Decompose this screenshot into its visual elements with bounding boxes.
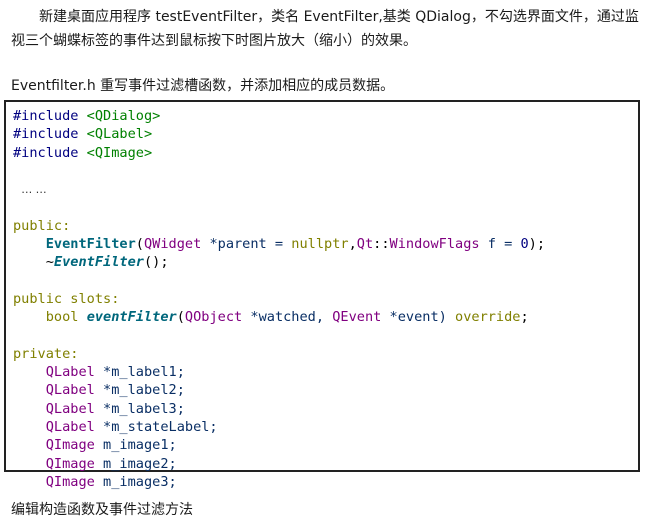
destructor-suffix: (); (143, 254, 169, 271)
code-listing: #include <QDialog> #include <QLabel> #incl… (13, 107, 545, 491)
param-decl: f = (479, 236, 521, 253)
return-type: bool (45, 309, 79, 326)
code-block: #include <QDialog> #include <QLabel> #incl… (4, 100, 640, 490)
param-default: nullptr (291, 236, 349, 253)
code-line-public: public: (13, 217, 545, 235)
member-line: QLabel *m_stateLabel; (13, 418, 545, 436)
header-note: Eventfilter.h 重写事件过滤槽函数，并添加相应的成员数据。 (11, 78, 395, 94)
param-type: QWidget (143, 236, 202, 253)
code-line-constructor: EventFilter(QWidget *parent = nullptr,Qt… (45, 236, 546, 253)
include-keyword: #include (13, 144, 79, 161)
member-decl: *m_label2; (94, 382, 185, 399)
param-decl: *watched, (242, 309, 333, 326)
code-line-include-1: #include <QDialog> (13, 107, 545, 125)
member-line: QImage m_image1; (13, 436, 545, 454)
destructor-tilde: ~ (45, 254, 54, 271)
member-decl: *m_label1; (94, 364, 185, 381)
param-type: WindowFlags (389, 236, 480, 253)
param-type: QEvent (332, 309, 382, 326)
public-slots-keyword: public slots: (13, 290, 120, 307)
param-type: QObject (184, 309, 243, 326)
param-namespace: Qt (356, 236, 374, 253)
member-type: QLabel (45, 400, 95, 417)
code-ellipsis: … … (21, 183, 47, 197)
param-decl: *event) (381, 309, 456, 326)
member-type: QImage (45, 473, 95, 490)
code-line-ellipsis: … … (13, 180, 545, 198)
code-line-include-3: #include <QImage> (13, 144, 545, 162)
scope-operator: :: (373, 236, 390, 253)
intro-paragraph: 新建桌面应用程序 testEventFilter，类名 EventFilter,… (11, 9, 639, 49)
param-close: ); (528, 236, 546, 253)
member-line: QLabel *m_label3; (13, 400, 545, 418)
member-line: QLabel *m_label1; (13, 363, 545, 381)
member-decl: m_image3; (94, 473, 177, 490)
footer-note: 编辑构造函数及事件过滤方法 (11, 502, 193, 518)
include-keyword: #include (13, 108, 79, 124)
member-decl: m_image2; (94, 455, 177, 472)
public-keyword: public: (13, 217, 71, 234)
member-type: QLabel (45, 364, 95, 381)
statement-end: ; (520, 309, 529, 326)
param-decl: *parent = (201, 236, 292, 253)
member-line: QImage m_image2; (13, 455, 545, 473)
code-line-public-slots: public slots: (13, 290, 545, 308)
code-line-private: private: (13, 345, 545, 363)
include-header: <QLabel> (86, 126, 153, 143)
constructor-name: EventFilter (45, 236, 136, 253)
override-keyword: override (455, 309, 521, 326)
code-line-destructor: ~EventFilter(); (13, 253, 545, 271)
private-keyword: private: (13, 345, 79, 362)
member-type: QImage (45, 437, 95, 454)
member-decl: *m_label3; (94, 400, 185, 417)
member-type: QLabel (45, 419, 95, 436)
slot-name: eventFilter (86, 309, 177, 326)
code-line-event-filter: bool eventFilter(QObject *watched, QEven… (45, 309, 529, 326)
include-keyword: #include (13, 126, 79, 143)
member-decl: m_image1; (94, 437, 177, 454)
member-type: QImage (45, 455, 95, 472)
destructor-name: EventFilter (53, 254, 144, 271)
include-header: <QDialog> (86, 108, 161, 124)
include-header: <QImage> (86, 144, 153, 161)
member-type: QLabel (45, 382, 95, 399)
member-decl: *m_stateLabel; (94, 419, 218, 436)
code-line-include-2: #include <QLabel> (13, 125, 545, 143)
member-line: QLabel *m_label2; (13, 381, 545, 399)
member-line: QImage m_image3; (13, 473, 545, 491)
param-default: 0 (520, 236, 529, 253)
